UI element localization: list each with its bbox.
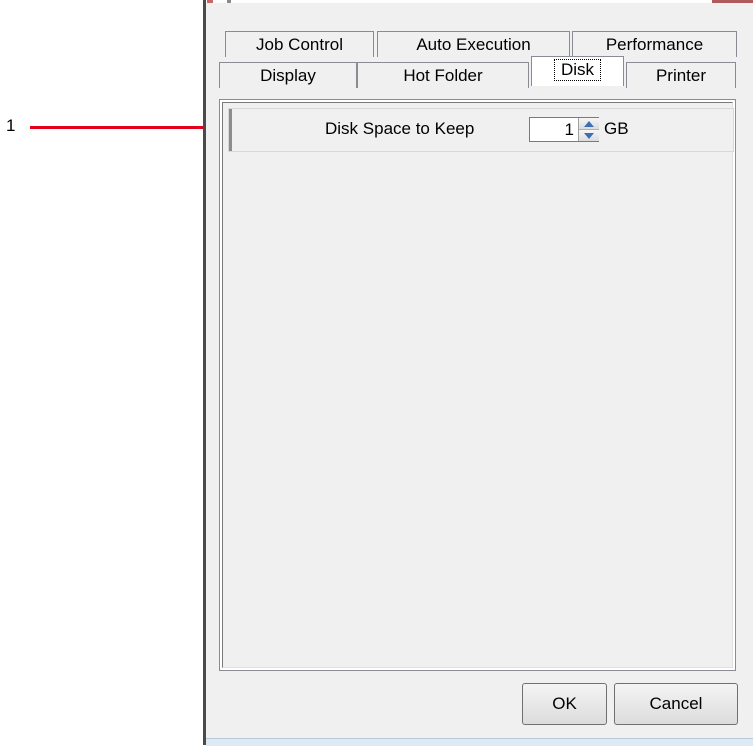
tab-label: Display: [260, 66, 316, 85]
tab-auto-execution[interactable]: Auto Execution: [377, 31, 570, 57]
tab-label: Hot Folder: [403, 66, 483, 85]
row-edge-shadow: [229, 109, 232, 151]
stepper-buttons: [578, 118, 599, 141]
tab-label: Auto Execution: [416, 35, 531, 54]
tab-job-control[interactable]: Job Control: [225, 31, 374, 57]
tab-label: Printer: [655, 66, 707, 85]
tab-performance[interactable]: Performance: [572, 31, 737, 57]
ok-button[interactable]: OK: [522, 683, 607, 725]
tab-hot-folder[interactable]: Hot Folder: [357, 62, 529, 88]
tab-disk[interactable]: Disk: [531, 56, 624, 86]
callout-number: 1: [6, 116, 16, 135]
tab-label: Job Control: [256, 35, 343, 54]
arrow-up-icon: [584, 120, 594, 127]
tab-label: Disk: [553, 59, 602, 81]
cancel-button[interactable]: Cancel: [614, 683, 738, 725]
title-bar-fragment: [712, 0, 753, 3]
tab-printer[interactable]: Printer: [626, 62, 736, 88]
disk-space-label: Disk Space to Keep: [325, 119, 475, 138]
title-bar-fragment: [207, 0, 213, 3]
disk-space-setting-row: [228, 108, 734, 152]
disk-space-value[interactable]: 1: [530, 118, 577, 141]
disk-settings-area: [222, 102, 733, 668]
tab-label: Performance: [605, 35, 704, 54]
title-bar-fragment: [227, 0, 231, 3]
unit-label: GB: [604, 119, 629, 138]
tab-display[interactable]: Display: [219, 62, 357, 88]
disk-space-stepper[interactable]: 1: [529, 117, 599, 142]
stepper-up-button[interactable]: [579, 118, 599, 130]
stepper-down-button[interactable]: [579, 130, 599, 141]
arrow-down-icon: [584, 132, 594, 139]
